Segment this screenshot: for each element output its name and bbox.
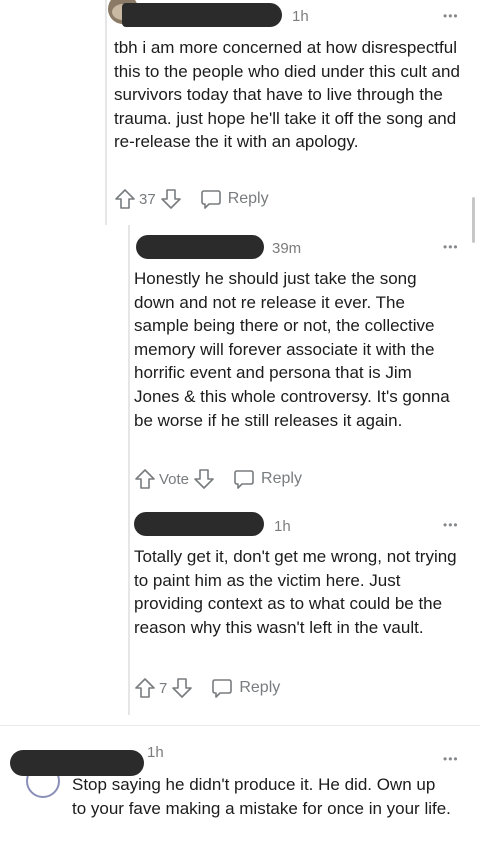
- downvote-icon[interactable]: [193, 468, 215, 490]
- redacted-username[interactable]: [134, 512, 264, 536]
- speech-bubble-icon: [200, 188, 222, 210]
- more-options-icon[interactable]: •••: [443, 519, 459, 531]
- vote-count: 7: [159, 679, 168, 697]
- reply-label: Reply: [239, 679, 281, 696]
- reply-button[interactable]: Reply: [200, 188, 269, 210]
- upvote-icon[interactable]: [134, 677, 156, 699]
- comment: 1h ••• Stop saying he didn't produce it.…: [0, 726, 480, 848]
- comment-timestamp: 1h: [292, 8, 309, 25]
- comment-actions: 37 Reply: [114, 188, 269, 210]
- comment-timestamp: 1h: [274, 518, 291, 535]
- comment-body: Stop saying he didn't produce it. He did…: [72, 775, 451, 818]
- comment: 1h ••• Totally get it, don't get me wron…: [0, 500, 480, 725]
- more-options-icon[interactable]: •••: [443, 753, 459, 765]
- more-options-icon[interactable]: •••: [443, 10, 459, 22]
- comment-body: tbh i am more concerned at how disrespec…: [114, 38, 460, 152]
- reply-label: Reply: [227, 190, 269, 207]
- comment-actions: 7 Reply: [134, 677, 280, 699]
- comment-timestamp: 39m: [272, 240, 302, 257]
- comment: 1h ••• tbh i am more concerned at how di…: [0, 0, 480, 225]
- comment-body: Totally get it, don't get me wrong, not …: [134, 547, 457, 637]
- downvote-icon[interactable]: [171, 677, 193, 699]
- reply-button[interactable]: Reply: [211, 677, 280, 699]
- downvote-icon[interactable]: [160, 188, 182, 210]
- vote-label: Vote: [159, 470, 190, 488]
- redacted-username[interactable]: [122, 3, 282, 27]
- vote-count: 37: [139, 190, 156, 208]
- scrollbar[interactable]: [472, 197, 475, 243]
- redacted-username[interactable]: [136, 235, 264, 259]
- upvote-icon[interactable]: [134, 468, 156, 490]
- comment: 39m ••• Honestly he should just take the…: [0, 225, 480, 500]
- comment-body: Honestly he should just take the song do…: [134, 269, 450, 430]
- speech-bubble-icon: [233, 468, 255, 490]
- comment-actions: Vote Reply: [134, 468, 302, 490]
- reply-label: Reply: [261, 470, 302, 487]
- speech-bubble-icon: [211, 677, 233, 699]
- upvote-icon[interactable]: [114, 188, 136, 210]
- more-options-icon[interactable]: •••: [443, 241, 459, 253]
- comment-timestamp: 1h: [147, 744, 164, 761]
- reply-button[interactable]: Reply: [233, 468, 302, 490]
